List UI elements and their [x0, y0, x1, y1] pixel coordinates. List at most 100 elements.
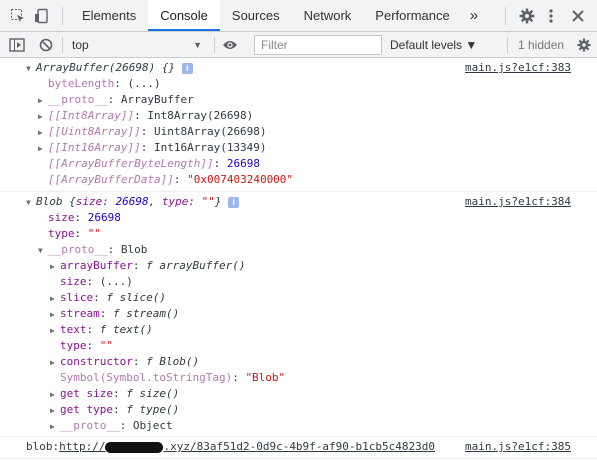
separator: :: [140, 141, 154, 154]
separator: :: [173, 173, 188, 186]
expand-triangle-icon[interactable]: ▶: [50, 355, 60, 371]
device-toggle-icon[interactable]: [34, 8, 50, 24]
inspect-element-icon[interactable]: [10, 8, 26, 24]
property-row[interactable]: ▶ __proto__: ArrayBuffer: [38, 92, 194, 108]
separator: :: [86, 275, 100, 288]
clear-console-icon[interactable]: [38, 37, 54, 53]
property-value: Blob: [120, 243, 148, 256]
expand-triangle-icon[interactable]: ▶: [38, 93, 48, 109]
separator: :: [107, 93, 121, 106]
property-value: "0x007403240000": [187, 173, 294, 186]
property-row[interactable]: ▶ get type: f type(): [50, 402, 179, 418]
property-row[interactable]: ▶ slice: f slice(): [50, 290, 166, 306]
object-preview: Blob: [36, 195, 63, 208]
object-header[interactable]: ▼ Blob {size: 26698, type: ""} i: [26, 194, 240, 211]
more-tabs-button[interactable]: »: [462, 0, 486, 31]
expand-triangle-icon[interactable]: ▶: [50, 259, 60, 275]
context-selector[interactable]: top ▼: [72, 36, 206, 54]
settings-gear-icon[interactable]: [519, 8, 535, 24]
property-row[interactable]: ▶ __proto__: Object: [50, 418, 173, 434]
property-key: [[Int16Array]]: [48, 141, 141, 154]
source-link[interactable]: main.js?e1cf:385: [465, 439, 571, 455]
property-row[interactable]: ▶ constructor: f Blob(): [50, 354, 199, 370]
preview-value: 26698: [115, 195, 149, 208]
separator: :: [112, 403, 127, 416]
blob-url-link[interactable]: http:// .xyz/83af51d2-0d9c-4b9f-af90-b1cb…: [59, 440, 435, 453]
expand-triangle-icon[interactable]: ▶: [50, 307, 60, 323]
toolbar-divider: [505, 7, 506, 25]
property-row: size: (...): [60, 274, 133, 290]
expand-triangle-icon[interactable]: ▶: [38, 109, 48, 125]
property-key: __proto__: [48, 243, 108, 256]
object-header[interactable]: ▼ ArrayBuffer(26698) {} i: [26, 60, 193, 76]
property-row[interactable]: ▶ [[Int16Array]]: Int16Array(13349): [38, 140, 267, 156]
expand-triangle-icon[interactable]: ▶: [50, 323, 60, 339]
property-key: type: [48, 227, 75, 240]
source-link[interactable]: main.js?e1cf:383: [465, 60, 571, 76]
property-row: type: "": [48, 226, 101, 242]
property-key: [[Uint8Array]]: [48, 125, 141, 138]
source-link[interactable]: main.js?e1cf:384: [465, 194, 571, 210]
property-row[interactable]: ▶ [[Uint8Array]]: Uint8Array(26698): [38, 124, 267, 140]
expand-triangle-icon[interactable]: ▶: [50, 291, 60, 307]
separator: :: [86, 323, 100, 336]
expand-triangle-icon[interactable]: ▶: [38, 125, 48, 141]
property-row[interactable]: ▶ arrayBuffer: f arrayBuffer(): [50, 258, 245, 274]
property-value: f type(): [126, 403, 180, 416]
property-row: Symbol(Symbol.toStringTag): "Blob": [60, 370, 285, 386]
separator: :: [107, 243, 121, 256]
context-value: top: [72, 38, 89, 52]
property-key: slice: [60, 291, 94, 304]
property-row[interactable]: byteLength: (...): [48, 76, 161, 92]
property-value[interactable]: (...): [127, 77, 160, 90]
property-value: f arrayBuffer(): [146, 259, 246, 272]
separator: :: [132, 259, 147, 272]
log-text: blob:http:// .xyz/83af51d2-0d9c-4b9f-af90…: [26, 439, 435, 455]
property-row[interactable]: ▶ text: f text(): [50, 322, 153, 338]
filterbar-divider: [214, 37, 215, 53]
blob-prefix: blob:: [26, 440, 60, 453]
property-value[interactable]: (...): [100, 275, 133, 288]
separator: :: [119, 419, 133, 432]
chevron-down-icon: ▼: [193, 40, 202, 50]
tab-elements[interactable]: Elements: [70, 0, 148, 31]
tab-network[interactable]: Network: [292, 0, 364, 31]
sidebar-toggle-icon[interactable]: [9, 37, 25, 53]
hidden-messages-count: 1 hidden: [518, 38, 565, 52]
property-row[interactable]: ▶ [[Int8Array]]: Int8Array(26698): [38, 108, 253, 124]
property-row[interactable]: ▶ get size: f size(): [50, 386, 179, 402]
close-icon[interactable]: [570, 8, 586, 24]
filterbar-divider: [507, 37, 508, 53]
expand-triangle-icon[interactable]: ▼: [26, 61, 36, 77]
live-expression-eye-icon[interactable]: [222, 37, 238, 53]
separator: :: [213, 157, 227, 170]
expand-triangle-icon[interactable]: ▼: [26, 195, 36, 211]
property-key: arrayBuffer: [60, 259, 133, 272]
expand-triangle-icon[interactable]: ▶: [38, 141, 48, 157]
log-levels-dropdown[interactable]: Default levels ▼: [390, 36, 477, 54]
info-icon: i: [181, 62, 193, 74]
property-key: type: [60, 339, 87, 352]
expand-triangle-icon[interactable]: ▼: [38, 243, 48, 259]
tab-console[interactable]: Console: [148, 0, 220, 31]
panel-tabs: Elements Console Sources Network Perform…: [70, 0, 486, 31]
property-row[interactable]: ▶ stream: f stream(): [50, 306, 179, 322]
separator: :: [132, 355, 147, 368]
property-value: ArrayBuffer: [120, 93, 194, 106]
separator: :: [232, 371, 246, 384]
property-value: "": [99, 339, 113, 352]
separator: :: [134, 109, 148, 122]
console-settings-gear-icon[interactable]: [576, 37, 592, 53]
expand-triangle-icon[interactable]: ▶: [50, 387, 60, 403]
expand-triangle-icon[interactable]: ▶: [50, 403, 60, 419]
info-icon: i: [228, 196, 240, 208]
console-message: ▼ Blob {size: 26698, type: ""} i main.js?…: [0, 191, 597, 437]
tab-sources[interactable]: Sources: [220, 0, 292, 31]
tab-performance[interactable]: Performance: [363, 0, 461, 31]
more-vert-icon[interactable]: [543, 8, 559, 24]
property-row[interactable]: ▼ __proto__: Blob: [38, 242, 147, 258]
filter-input[interactable]: [254, 35, 382, 55]
expand-triangle-icon[interactable]: ▶: [50, 419, 60, 435]
filterbar-divider: [62, 37, 63, 53]
property-value: f Blob(): [146, 355, 200, 368]
